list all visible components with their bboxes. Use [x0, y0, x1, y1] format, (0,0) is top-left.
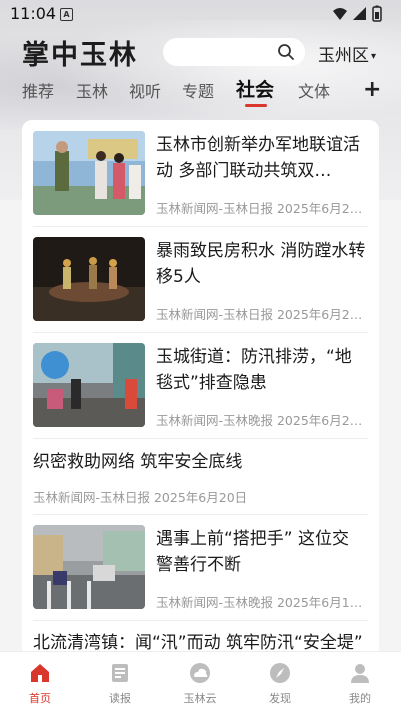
cloud-icon	[190, 663, 210, 683]
news-thumbnail	[33, 343, 145, 427]
divider	[33, 514, 368, 515]
nav-profile[interactable]: 我的	[320, 652, 400, 715]
news-item[interactable]: 遇事上前“搭把手” 这位交警善行不断 玉林新闻网-玉林晚报 2025年6月1…	[33, 525, 368, 610]
home-icon	[31, 664, 49, 682]
news-thumbnail	[33, 525, 145, 609]
news-item[interactable]: 玉林市创新举办军地联谊活动 多部门联动共筑双… 玉林新闻网-玉林日报 2025年…	[33, 131, 368, 216]
news-item[interactable]: 织密救助网络 筑牢安全底线 玉林新闻网-玉林日报 2025年6月20日	[33, 449, 368, 509]
newspaper-icon	[112, 664, 128, 682]
nav-label: 玉林云	[183, 692, 217, 705]
add-tab-icon[interactable]: +	[363, 77, 381, 102]
news-list: 玉林市创新举办军地联谊活动 多部门联动共筑双… 玉林新闻网-玉林日报 2025年…	[22, 120, 379, 660]
news-title: 玉林市创新举办军地联谊活动 多部门联动共筑双…	[156, 135, 360, 181]
news-item[interactable]: 玉城街道：防汛排涝，“地毯式”排查隐患 玉林新闻网-玉林晚报 2025年6月2…	[33, 343, 368, 428]
news-title: 织密救助网络 筑牢安全底线	[33, 452, 243, 472]
logo-text: 掌中玉林	[22, 40, 138, 71]
logo-underline	[26, 64, 146, 66]
news-title: 遇事上前“搭把手” 这位交警善行不断	[156, 529, 350, 575]
divider	[33, 226, 368, 227]
sim-icon: A	[60, 8, 73, 21]
night-rescue-image	[33, 237, 145, 321]
news-meta: 玉林新闻网-玉林日报 2025年6月2…	[156, 307, 363, 322]
discover-icon	[270, 663, 290, 683]
nav-discover[interactable]: 发现	[240, 652, 320, 715]
nav-label: 发现	[269, 692, 291, 705]
news-meta: 玉林新闻网-玉林日报 2025年6月2…	[156, 201, 363, 216]
tab-culture-sports[interactable]: 文体	[298, 78, 330, 102]
tab-society[interactable]: 社会	[236, 75, 274, 102]
news-meta: 玉林新闻网-玉林晚报 2025年6月2…	[156, 413, 363, 428]
region-label: 玉州区	[318, 46, 369, 66]
status-bar: 11:04 A	[0, 0, 401, 28]
nav-label: 我的	[349, 692, 371, 705]
search-icon[interactable]	[277, 43, 295, 61]
region-selector[interactable]: 玉州区 ▾	[318, 41, 376, 66]
nav-label: 首页	[29, 692, 51, 705]
traffic-police-image	[33, 525, 145, 609]
tab-yulin[interactable]: 玉林	[76, 78, 108, 102]
news-title: 暴雨致民房积水 消防蹚水转移5人	[156, 241, 366, 287]
divider	[33, 438, 368, 439]
app-logo: 掌中玉林	[22, 33, 138, 72]
news-title: 玉城街道：防汛排涝，“地毯式”排查隐患	[156, 347, 352, 393]
chevron-down-icon: ▾	[371, 51, 377, 62]
nav-newspaper[interactable]: 读报	[80, 652, 160, 715]
military-event-image	[33, 131, 145, 215]
status-icons	[333, 5, 382, 22]
nav-label: 读报	[109, 692, 131, 705]
nav-home[interactable]: 首页	[0, 652, 80, 715]
category-tabs: 推荐 玉林 视听 专题 社会 文体 +	[0, 74, 401, 110]
divider	[33, 620, 368, 621]
status-time: 11:04	[10, 4, 57, 23]
search-input[interactable]	[163, 38, 305, 66]
tab-audiovisual[interactable]: 视听	[129, 78, 161, 102]
street-drain-image	[33, 343, 145, 427]
news-thumbnail	[33, 131, 145, 215]
bottom-navigation: 首页 读报 玉林云 发现 我的	[0, 651, 401, 715]
news-thumbnail	[33, 237, 145, 321]
divider	[33, 332, 368, 333]
news-item[interactable]: 暴雨致民房积水 消防蹚水转移5人 玉林新闻网-玉林日报 2025年6月2…	[33, 237, 368, 322]
signal-icon	[353, 7, 366, 20]
active-tab-indicator	[245, 104, 267, 107]
tab-recommend[interactable]: 推荐	[22, 78, 54, 102]
nav-cloud[interactable]: 玉林云	[160, 652, 240, 715]
profile-icon	[351, 664, 369, 683]
news-meta: 玉林新闻网-玉林晚报 2025年6月1…	[156, 595, 363, 610]
wifi-icon	[333, 8, 347, 20]
tab-topics[interactable]: 专题	[182, 78, 214, 102]
news-meta: 玉林新闻网-玉林日报 2025年6月20日	[33, 490, 248, 505]
